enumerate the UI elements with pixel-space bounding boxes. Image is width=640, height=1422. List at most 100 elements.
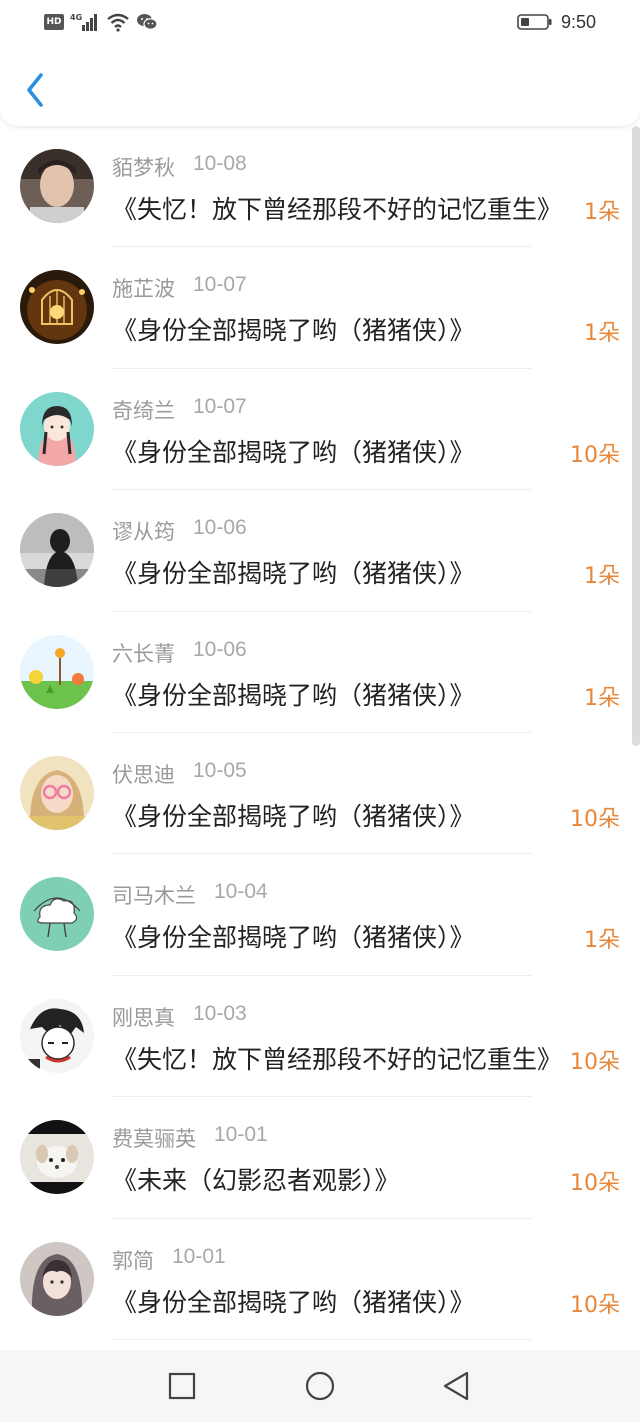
send-date: 10-01 — [172, 1244, 226, 1268]
battery-icon — [517, 14, 552, 30]
flower-count: 10朵 — [570, 442, 620, 468]
list-item[interactable]: 费莫骊英 10-01 《未来（幻影忍者观影）》 10朵 — [0, 1097, 640, 1219]
flower-count: 1朵 — [584, 685, 620, 711]
list-item[interactable]: 伏思迪 10-05 《身份全部揭晓了哟（猪猪侠）》 10朵 — [0, 733, 640, 855]
manga-sketch-avatar — [20, 998, 94, 1073]
avatar[interactable] — [20, 998, 94, 1073]
flower-count: 10朵 — [570, 806, 620, 832]
work-title[interactable]: 《失忆！放下曾经那段不好的记忆重生》 — [112, 1040, 574, 1076]
status-bar: HD 4G 9:50 — [0, 0, 640, 44]
sender-line: 奇绮兰 10-07 — [112, 395, 247, 425]
avatar[interactable] — [20, 1120, 94, 1195]
send-date: 10-01 — [214, 1123, 268, 1147]
flower-count: 1朵 — [584, 928, 620, 954]
avatar[interactable] — [20, 877, 94, 952]
man-portrait-avatar — [20, 149, 94, 223]
birdcage-lamp-avatar — [20, 270, 94, 345]
sender-name: 郭简 — [112, 1248, 154, 1273]
send-date: 10-06 — [193, 516, 247, 540]
avatar[interactable] — [20, 149, 94, 223]
work-title[interactable]: 《身份全部揭晓了哟（猪猪侠）》 — [112, 918, 574, 954]
cloud-cartoon-avatar — [20, 877, 94, 952]
list-item[interactable]: 刚思真 10-03 《失忆！放下曾经那段不好的记忆重生》 10朵 — [0, 976, 640, 1098]
sender-name: 六长菁 — [112, 641, 175, 666]
sender-name: 刚思真 — [112, 1005, 175, 1030]
sender-line: 六长菁 10-06 — [112, 638, 247, 668]
sender-line: 郭简 10-01 — [112, 1245, 226, 1275]
signal-icon: 4G — [70, 13, 97, 31]
list-item[interactable]: 司马木兰 10-04 《身份全部揭晓了哟（猪猪侠）》 1朵 — [0, 854, 640, 976]
flower-count: 1朵 — [584, 321, 620, 347]
list-item[interactable]: 貊梦秋 10-08 《失忆！放下曾经那段不好的记忆重生》 1朵 — [0, 126, 640, 248]
list-item[interactable]: 六长菁 10-06 《身份全部揭晓了哟（猪猪侠）》 1朵 — [0, 612, 640, 733]
flower-count: 10朵 — [570, 1049, 620, 1075]
list-item[interactable]: 奇绮兰 10-07 《身份全部揭晓了哟（猪猪侠）》 10朵 — [0, 369, 640, 491]
system-nav-bar — [0, 1350, 640, 1422]
flower-count: 1朵 — [584, 200, 620, 225]
status-left: HD 4G — [44, 10, 158, 34]
work-title[interactable]: 《未来（幻影忍者观影）》 — [112, 1161, 574, 1197]
sender-name: 费莫骊英 — [112, 1127, 196, 1152]
girl-silhouette-avatar — [20, 513, 94, 588]
send-date: 10-05 — [193, 758, 247, 782]
circle-icon — [305, 1371, 335, 1401]
wifi-icon — [107, 13, 129, 32]
send-date: 10-04 — [214, 880, 268, 904]
flower-count: 10朵 — [570, 1171, 620, 1197]
sender-line: 施芷波 10-07 — [112, 273, 247, 303]
sender-name: 奇绮兰 — [112, 398, 175, 423]
hd-badge: HD — [44, 14, 64, 30]
white-puppy-avatar — [20, 1120, 94, 1195]
send-date: 10-06 — [193, 637, 247, 661]
sender-line: 刚思真 10-03 — [112, 1002, 247, 1032]
avatar[interactable] — [20, 755, 94, 830]
list-item[interactable]: 郭简 10-01 《身份全部揭晓了哟（猪猪侠）》 10朵 — [0, 1219, 640, 1340]
top-header — [0, 44, 640, 126]
back-nav-button[interactable] — [440, 1370, 472, 1402]
girl-glasses-avatar — [20, 755, 94, 830]
work-title[interactable]: 《身份全部揭晓了哟（猪猪侠）》 — [112, 554, 574, 590]
work-title[interactable]: 《身份全部揭晓了哟（猪猪侠）》 — [112, 1283, 574, 1319]
back-button[interactable] — [18, 70, 52, 110]
work-title[interactable]: 《身份全部揭晓了哟（猪猪侠）》 — [112, 311, 574, 347]
sender-name: 伏思迪 — [112, 762, 175, 787]
avatar[interactable] — [20, 1241, 94, 1316]
avatar[interactable] — [20, 270, 94, 345]
scrollbar[interactable] — [632, 126, 640, 746]
work-title[interactable]: 《身份全部揭晓了哟（猪猪侠）》 — [112, 433, 574, 469]
gift-record-list[interactable]: 貊梦秋 10-08 《失忆！放下曾经那段不好的记忆重生》 1朵 施芷波 10-0… — [0, 126, 640, 1350]
sender-name: 司马木兰 — [112, 884, 196, 909]
square-icon — [168, 1372, 196, 1400]
recent-apps-button[interactable] — [166, 1370, 198, 1402]
send-date: 10-08 — [193, 152, 247, 175]
send-date: 10-07 — [193, 394, 247, 418]
cartoon-girl-avatar — [20, 391, 94, 466]
flower-count: 10朵 — [570, 1292, 620, 1318]
sender-name: 谬从筠 — [112, 520, 175, 545]
avatar[interactable] — [20, 634, 94, 709]
network-type: 4G — [70, 13, 82, 22]
sender-name: 貊梦秋 — [112, 156, 175, 180]
sender-line: 伏思迪 10-05 — [112, 759, 247, 789]
wechat-icon — [137, 14, 158, 30]
girl-hood-avatar — [20, 1241, 94, 1316]
sender-line: 貊梦秋 10-08 — [112, 152, 247, 182]
sender-name: 施芷波 — [112, 277, 175, 302]
avatar[interactable] — [20, 513, 94, 588]
triangle-back-icon — [443, 1371, 469, 1401]
list-item[interactable]: 谬从筠 10-06 《身份全部揭晓了哟（猪猪侠）》 1朵 — [0, 490, 640, 612]
home-button[interactable] — [304, 1370, 336, 1402]
work-title[interactable]: 《身份全部揭晓了哟（猪猪侠）》 — [112, 676, 574, 712]
flower-count: 1朵 — [584, 564, 620, 590]
clock-time: 9:50 — [560, 11, 596, 32]
sender-line: 费莫骊英 10-01 — [112, 1123, 268, 1153]
flower-field-avatar — [20, 634, 94, 709]
status-right: 9:50 — [517, 10, 596, 34]
work-title[interactable]: 《身份全部揭晓了哟（猪猪侠）》 — [112, 797, 574, 833]
avatar[interactable] — [20, 391, 94, 466]
list-item[interactable]: 施芷波 10-07 《身份全部揭晓了哟（猪猪侠）》 1朵 — [0, 247, 640, 369]
work-title[interactable]: 《失忆！放下曾经那段不好的记忆重生》 — [112, 190, 574, 226]
sender-line: 司马木兰 10-04 — [112, 880, 268, 910]
send-date: 10-07 — [193, 273, 247, 297]
send-date: 10-03 — [193, 1001, 247, 1025]
